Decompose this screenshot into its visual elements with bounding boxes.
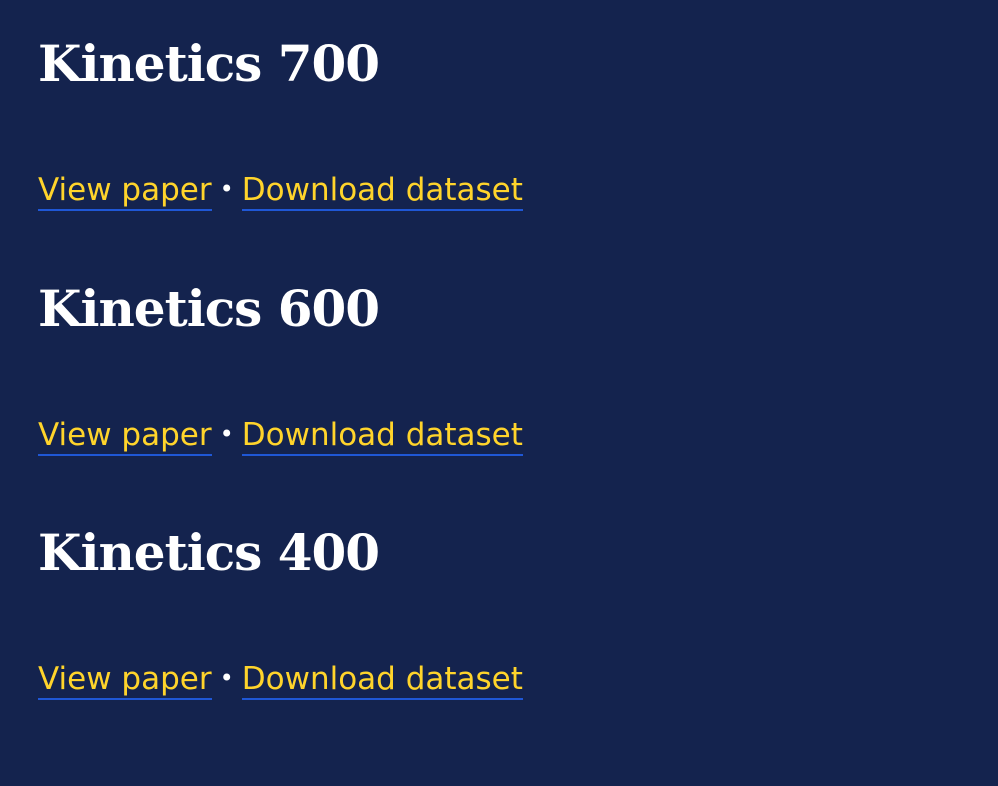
dataset-links: View paper • Download dataset [38, 415, 523, 456]
view-paper-link[interactable]: View paper [38, 417, 212, 456]
dataset-kinetics-400: Kinetics 400 View paper • Download dataset [38, 523, 938, 700]
dataset-links: View paper • Download dataset [38, 170, 523, 211]
view-paper-link[interactable]: View paper [38, 661, 212, 700]
dataset-list: Kinetics 700 View paper • Download dataset… [0, 0, 998, 786]
view-paper-link[interactable]: View paper [38, 172, 212, 211]
bullet-separator: • [219, 664, 234, 692]
download-dataset-link[interactable]: Download dataset [241, 172, 523, 211]
dataset-title: Kinetics 400 [38, 523, 380, 582]
bullet-separator: • [219, 420, 234, 448]
dataset-kinetics-600: Kinetics 600 View paper • Download dataset [38, 279, 938, 456]
download-dataset-link[interactable]: Download dataset [241, 661, 523, 700]
bullet-separator: • [219, 175, 234, 203]
dataset-links: View paper • Download dataset [38, 659, 523, 700]
dataset-title: Kinetics 600 [38, 279, 380, 338]
dataset-title: Kinetics 700 [38, 34, 380, 93]
download-dataset-link[interactable]: Download dataset [241, 417, 523, 456]
dataset-kinetics-700: Kinetics 700 View paper • Download dataset [38, 34, 938, 211]
